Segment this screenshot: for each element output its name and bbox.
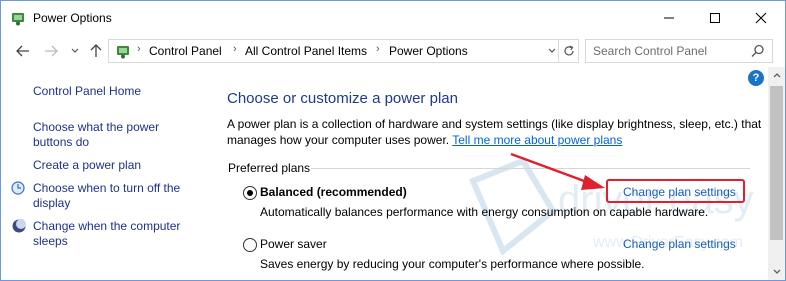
close-icon bbox=[755, 12, 767, 24]
refresh-icon bbox=[564, 45, 574, 56]
address-dropdown-button[interactable] bbox=[545, 42, 559, 60]
control-panel-home-link[interactable]: Control Panel Home bbox=[33, 84, 141, 99]
breadcrumb-separator-icon: › bbox=[233, 43, 237, 55]
scroll-up-button[interactable] bbox=[768, 67, 785, 84]
balanced-radio[interactable] bbox=[243, 186, 257, 200]
chevron-down-icon bbox=[773, 269, 780, 274]
up-button[interactable] bbox=[86, 41, 106, 61]
control-panel-icon bbox=[117, 46, 129, 59]
annotation-arrow bbox=[510, 152, 605, 190]
power-options-window: Power Options › Control Panel › All Cont… bbox=[0, 0, 786, 281]
back-button[interactable] bbox=[13, 41, 33, 61]
annotation-highlight-box bbox=[606, 179, 745, 203]
change-plan-settings-link-power-saver[interactable]: Change plan settings bbox=[623, 237, 736, 251]
search-icon[interactable] bbox=[750, 43, 766, 59]
power-saver-radio[interactable] bbox=[243, 238, 257, 252]
display-timer-icon bbox=[11, 181, 25, 195]
maximize-button[interactable] bbox=[692, 1, 738, 35]
plan-description-power-saver: Saves energy by reducing your computer's… bbox=[260, 257, 645, 271]
recent-locations-button[interactable] bbox=[65, 41, 85, 61]
chevron-down-icon bbox=[548, 48, 556, 53]
search-input[interactable] bbox=[593, 43, 743, 59]
vertical-scrollbar[interactable] bbox=[768, 67, 785, 280]
learn-more-link[interactable]: Tell me more about power plans bbox=[452, 133, 622, 147]
page-description: A power plan is a collection of hardware… bbox=[227, 116, 762, 148]
plan-name-balanced[interactable]: Balanced (recommended) bbox=[260, 185, 407, 199]
forward-button[interactable] bbox=[41, 41, 61, 61]
maximize-icon bbox=[710, 13, 720, 23]
chevron-up-icon bbox=[773, 73, 780, 78]
sidebar-link-create-plan[interactable]: Create a power plan bbox=[33, 158, 141, 173]
page-heading: Choose or customize a power plan bbox=[227, 90, 458, 107]
power-options-icon bbox=[12, 13, 24, 26]
scroll-down-button[interactable] bbox=[768, 263, 785, 280]
plan-name-power-saver[interactable]: Power saver bbox=[260, 237, 327, 251]
up-arrow-icon bbox=[90, 44, 102, 57]
preferred-plans-label: Preferred plans bbox=[228, 161, 311, 175]
sidebar-link-display-off[interactable]: Choose when to turn off the display bbox=[33, 181, 193, 211]
minimize-icon bbox=[664, 17, 674, 19]
chevron-down-icon bbox=[71, 48, 79, 53]
window-title: Power Options bbox=[33, 11, 112, 25]
breadcrumb-separator-icon: › bbox=[137, 43, 141, 55]
back-arrow-icon bbox=[16, 45, 29, 57]
sidebar-link-power-buttons[interactable]: Choose what the power buttons do bbox=[33, 120, 183, 150]
breadcrumb-control-panel[interactable]: Control Panel bbox=[149, 44, 222, 58]
scroll-thumb[interactable] bbox=[770, 86, 783, 240]
moon-icon bbox=[12, 219, 26, 233]
help-icon[interactable]: ? bbox=[748, 70, 764, 86]
refresh-button[interactable] bbox=[558, 40, 579, 62]
sidebar-link-sleep[interactable]: Change when the computer sleeps bbox=[33, 219, 193, 249]
plan-description-balanced: Automatically balances performance with … bbox=[260, 205, 709, 219]
forward-arrow-icon bbox=[45, 45, 58, 57]
breadcrumb-all-items[interactable]: All Control Panel Items bbox=[245, 44, 367, 58]
minimize-button[interactable] bbox=[646, 1, 692, 35]
breadcrumb-separator-icon: › bbox=[376, 43, 380, 55]
address-bar[interactable]: › Control Panel › All Control Panel Item… bbox=[108, 39, 579, 63]
close-button[interactable] bbox=[738, 1, 784, 35]
search-box[interactable] bbox=[585, 39, 773, 63]
breadcrumb-power-options[interactable]: Power Options bbox=[389, 44, 468, 58]
title-bar: Power Options bbox=[1, 1, 785, 35]
